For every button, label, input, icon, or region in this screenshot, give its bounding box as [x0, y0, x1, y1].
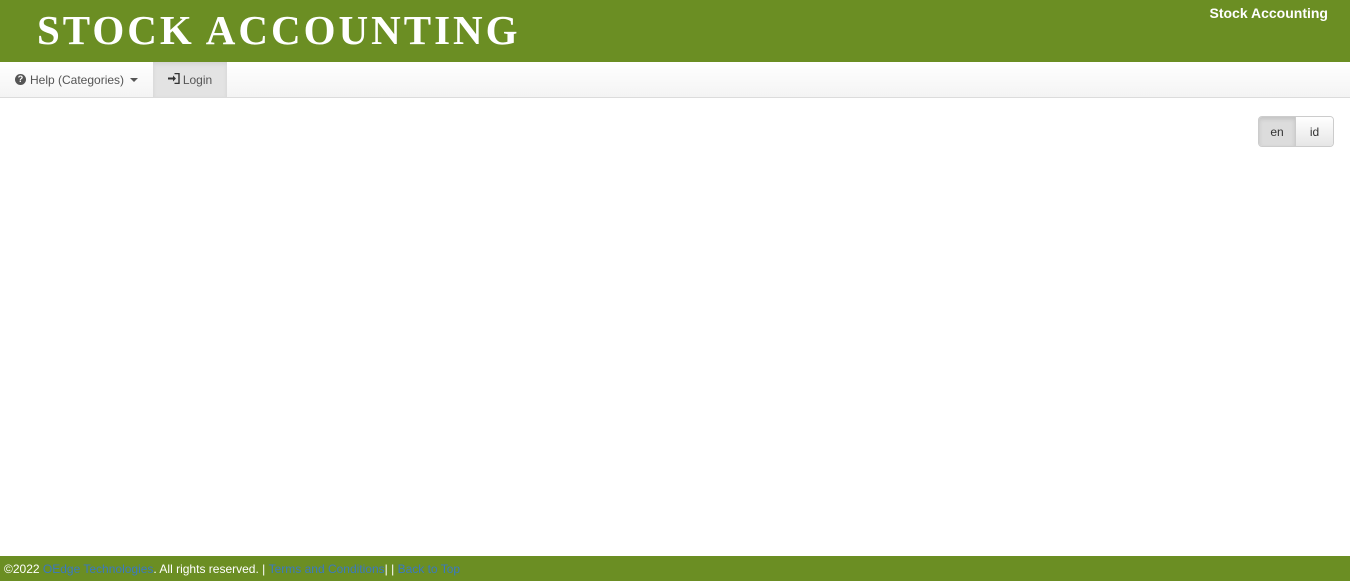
terms-link[interactable]: Terms and Conditions: [269, 562, 385, 576]
company-link[interactable]: OEdge Technologies: [43, 562, 154, 576]
footer-separator: | |: [384, 561, 395, 576]
login-label: Login: [182, 72, 213, 87]
brand-logo-text[interactable]: STOCK ACCOUNTING: [37, 6, 521, 54]
rights-text: . All rights reserved. |: [153, 561, 266, 576]
top-navbar: ? Help (Categories) Login: [0, 62, 1350, 98]
login-nav-item[interactable]: Login: [153, 62, 227, 97]
help-categories-label: Help (Categories): [30, 72, 125, 87]
back-to-top-link[interactable]: Back to Top: [398, 562, 460, 576]
caret-down-icon: [130, 77, 139, 82]
copyright-text: ©2022: [4, 561, 40, 576]
language-switcher: en id: [1258, 116, 1334, 147]
app-header: STOCK ACCOUNTING Stock Accounting: [0, 0, 1350, 62]
page-footer: ©2022 OEdge Technologies. All rights res…: [0, 556, 1350, 581]
question-circle-icon: ?: [15, 74, 26, 85]
help-categories-dropdown[interactable]: ? Help (Categories): [0, 62, 153, 97]
sign-in-icon: [167, 72, 180, 87]
lang-en-button[interactable]: en: [1259, 117, 1296, 146]
lang-id-button[interactable]: id: [1296, 117, 1333, 146]
header-app-title: Stock Accounting: [1209, 5, 1329, 21]
